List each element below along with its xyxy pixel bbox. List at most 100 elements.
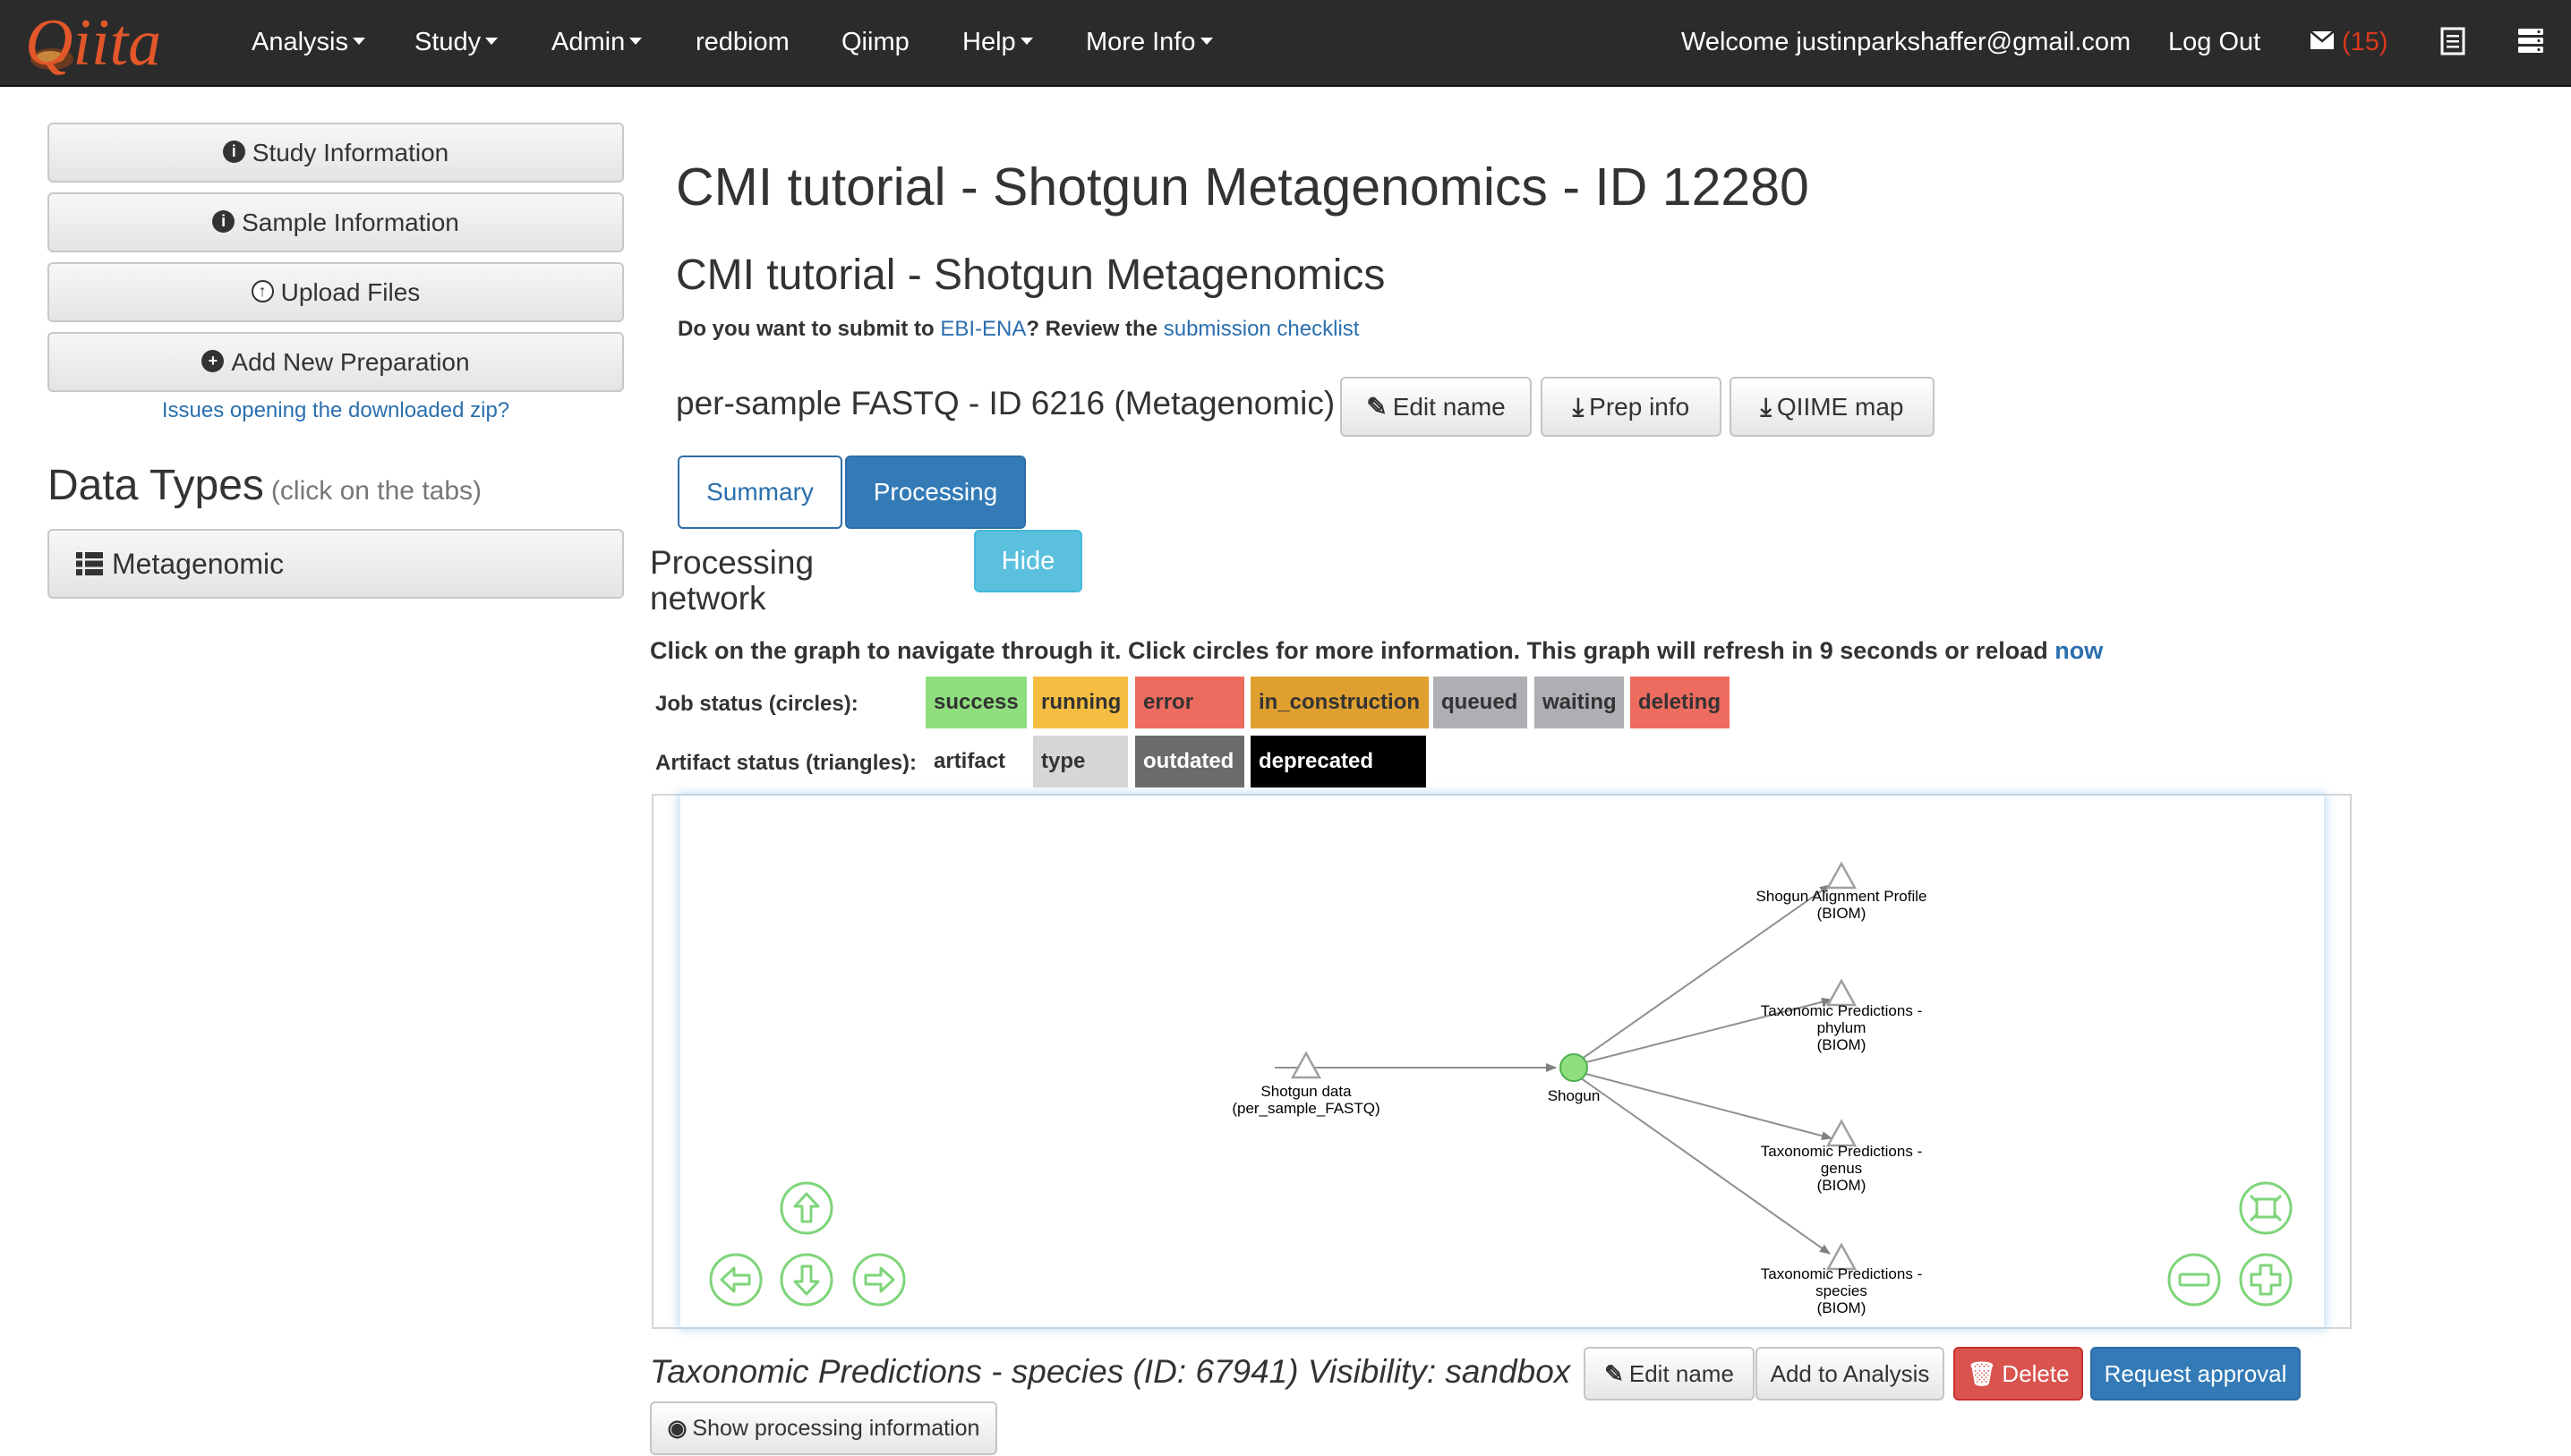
upload-files-button[interactable]: ↑ Upload Files	[47, 262, 624, 322]
status-chip-error: error	[1135, 677, 1244, 728]
reload-now-link[interactable]: now	[2054, 637, 2103, 664]
download-icon: ⤓	[1760, 393, 1772, 421]
data-type-metagenomic-button[interactable]: Metagenomic	[47, 529, 624, 599]
node-label: Taxonomic Predictions -	[1761, 1143, 1922, 1160]
prep-info-download-button[interactable]: ⤓ Prep info	[1541, 377, 1721, 437]
edit-prep-name-label: Edit name	[1392, 393, 1506, 421]
processing-network-graph[interactable]: Shotgun data (per_sample_FASTQ) Shogun S…	[652, 794, 2352, 1329]
arrow-down-icon[interactable]	[780, 1253, 833, 1307]
upload-circle-icon: ↑	[251, 280, 274, 303]
status-chip-in-construction: in_construction	[1251, 677, 1429, 728]
edit-artifact-name-label: Edit name	[1628, 1360, 1734, 1387]
processing-network-title: Processing network	[650, 545, 829, 617]
job-status-legend-label: Job status (circles):	[655, 692, 858, 716]
node-label: Taxonomic Predictions -	[1761, 1002, 1922, 1019]
nav-redbiom-link[interactable]: redbiom	[696, 0, 790, 87]
artifact-title: Taxonomic Predictions - species (ID: 679…	[650, 1353, 1571, 1390]
arrow-left-icon[interactable]	[709, 1253, 763, 1307]
add-new-preparation-button[interactable]: + Add New Preparation	[47, 332, 624, 392]
status-chip-queued: queued	[1433, 677, 1527, 728]
node-label: Shotgun data	[1260, 1083, 1352, 1100]
graph-node-shotgun-data[interactable]: Shotgun data (per_sample_FASTQ)	[1232, 1051, 1380, 1117]
graph-node-alignment-profile[interactable]: Shogun Alignment Profile (BIOM)	[1756, 861, 1927, 922]
graph-node-taxonomic-species[interactable]: Taxonomic Predictions - species (BIOM)	[1761, 1242, 1922, 1316]
node-label: species	[1815, 1282, 1867, 1299]
pencil-icon: ✎	[1604, 1360, 1624, 1387]
status-chip-artifact: artifact	[934, 749, 1006, 773]
data-types-title: Data Types	[47, 462, 264, 509]
show-processing-label: Show processing information	[692, 1416, 980, 1441]
caret-down-icon	[485, 38, 499, 46]
add-to-analysis-button[interactable]: Add to Analysis	[1755, 1347, 1944, 1401]
study-information-label: Study Information	[252, 139, 449, 166]
show-processing-info-button[interactable]: ◉ Show processing information	[650, 1401, 997, 1455]
tab-summary[interactable]: Summary	[678, 456, 842, 529]
ebi-middle-text: ? Review the	[1026, 317, 1164, 341]
graph-canvas[interactable]: Shotgun data (per_sample_FASTQ) Shogun S…	[680, 796, 2324, 1327]
welcome-user-link[interactable]: Welcome justinparkshaffer@gmail.com	[1681, 0, 2131, 87]
nav-help-menu[interactable]: Help	[962, 0, 1033, 87]
request-approval-button[interactable]: Request approval	[2090, 1347, 2301, 1401]
message-count-badge: (15)	[2342, 28, 2388, 56]
fit-screen-icon[interactable]	[2239, 1181, 2293, 1235]
top-navbar: Qiita Analysis Study Admin redbiom Qiimp…	[0, 0, 2571, 87]
data-types-heading: Data Types (click on the tabs)	[47, 461, 482, 510]
study-subtitle: CMI tutorial - Shotgun Metagenomics	[676, 251, 1386, 299]
info-circle-icon: i	[212, 210, 235, 234]
ebi-submission-line: Do you want to submit to EBI-ENA? Review…	[678, 317, 1359, 342]
nav-admin-menu[interactable]: Admin	[551, 0, 643, 87]
ebi-ena-link[interactable]: EBI-ENA	[940, 317, 1026, 341]
arrow-up-icon[interactable]	[780, 1181, 833, 1235]
qiime-map-download-button[interactable]: ⤓ QIIME map	[1730, 377, 1935, 437]
status-chip-type: type	[1033, 736, 1128, 788]
node-label: (BIOM)	[1817, 1177, 1866, 1194]
nav-study-label: Study	[414, 28, 482, 56]
nav-analysis-label: Analysis	[252, 28, 348, 56]
zoom-out-icon[interactable]	[2167, 1253, 2221, 1307]
nav-study-menu[interactable]: Study	[414, 0, 499, 87]
graph-node-shogun-job[interactable]: Shogun	[1548, 1053, 1601, 1104]
node-label: Shogun Alignment Profile	[1756, 888, 1927, 905]
graph-help-label: Click on the graph to navigate through i…	[650, 637, 2055, 664]
server-icon[interactable]	[2517, 27, 2544, 57]
zoom-in-icon[interactable]	[2239, 1253, 2293, 1307]
node-label: (BIOM)	[1817, 1036, 1866, 1053]
nav-more-info-label: More Info	[1086, 28, 1196, 56]
study-information-button[interactable]: i Study Information	[47, 123, 624, 183]
status-chip-waiting: waiting	[1534, 677, 1624, 728]
info-circle-icon: i	[222, 140, 245, 164]
th-list-icon	[76, 551, 103, 575]
node-label: (BIOM)	[1817, 905, 1866, 922]
edit-prep-name-button[interactable]: ✎ Edit name	[1340, 377, 1532, 437]
qiime-map-label: QIIME map	[1776, 393, 1904, 421]
prep-info-label: Prep info	[1589, 393, 1690, 421]
arrow-right-icon[interactable]	[852, 1253, 906, 1307]
node-label: genus	[1821, 1160, 1862, 1177]
ebi-prefix-text: Do you want to submit to	[678, 317, 941, 341]
envelope-icon	[2310, 30, 2335, 50]
plus-circle-icon: +	[201, 350, 225, 373]
nav-more-info-menu[interactable]: More Info	[1086, 0, 1213, 87]
pencil-icon: ✎	[1366, 393, 1388, 421]
processing-network-label: Processing network	[650, 544, 815, 617]
node-label: Taxonomic Predictions -	[1761, 1265, 1922, 1282]
nav-analysis-menu[interactable]: Analysis	[252, 0, 365, 87]
logout-link[interactable]: Log Out	[2168, 0, 2260, 87]
study-title: CMI tutorial - Shotgun Metagenomics - ID…	[676, 158, 1809, 217]
caret-down-icon	[1200, 38, 1213, 46]
nav-qiimp-link[interactable]: Qiimp	[841, 0, 910, 87]
graph-node-taxonomic-genus[interactable]: Taxonomic Predictions - genus (BIOM)	[1761, 1119, 1922, 1194]
qiita-logo[interactable]: Qiita	[16, 4, 204, 82]
tab-processing[interactable]: Processing	[845, 456, 1026, 529]
graph-node-taxonomic-phylum[interactable]: Taxonomic Predictions - phylum (BIOM)	[1761, 978, 1922, 1053]
submission-checklist-link[interactable]: submission checklist	[1164, 317, 1360, 341]
graph-edge	[1576, 1075, 1831, 1255]
messages-link[interactable]: (15)	[2310, 0, 2388, 87]
list-icon[interactable]	[2440, 27, 2465, 57]
issues-zip-link[interactable]: Issues opening the downloaded zip?	[47, 398, 624, 423]
delete-artifact-button[interactable]: 🗑 Delete	[1953, 1347, 2083, 1401]
status-chip-success: success	[926, 677, 1027, 728]
sample-information-button[interactable]: i Sample Information	[47, 192, 624, 252]
hide-graph-button[interactable]: Hide	[974, 530, 1082, 592]
edit-artifact-name-button[interactable]: ✎ Edit name	[1584, 1347, 1755, 1401]
